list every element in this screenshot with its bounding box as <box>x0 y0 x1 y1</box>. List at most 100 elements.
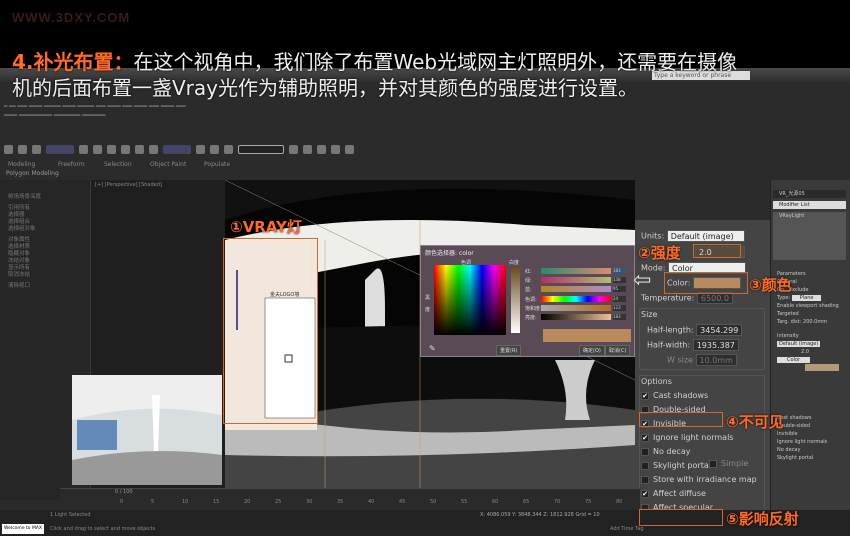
command-panel[interactable]: VR_光源05 Modifier List VRayLight Paramete… <box>770 180 850 536</box>
rotate-icon[interactable] <box>135 145 144 154</box>
coordinates[interactable]: X: 4086.059 Y: 3848.344 Z: 1812.928 Grid… <box>480 512 600 518</box>
option-affect-diffuse[interactable]: ✔ Affect diffuse <box>641 489 706 498</box>
eyedropper-icon[interactable]: ✎ <box>429 344 436 353</box>
blue-slider[interactable] <box>541 286 611 292</box>
scale-icon[interactable] <box>149 145 158 154</box>
select-by-name-icon[interactable] <box>93 145 102 154</box>
rect-select-icon[interactable] <box>107 145 116 154</box>
timeline-ruler[interactable]: 0 5 10 15 20 25 30 35 40 45 50 55 60 65 70 75 80 <box>120 499 630 509</box>
green-slider[interactable] <box>541 277 611 283</box>
maxscript-listener[interactable]: Welcome to MAX <box>2 524 44 534</box>
green-value[interactable]: 138 <box>613 277 626 283</box>
checkbox[interactable] <box>641 447 649 456</box>
cmd-multiplier-spinner[interactable]: 2.0 <box>771 348 850 356</box>
cancel-button[interactable]: 取消(C) <box>605 345 631 356</box>
cmd-option[interactable]: No decay <box>771 446 850 454</box>
tab-modeling[interactable]: Modeling <box>8 161 35 168</box>
checkbox[interactable]: ✔ <box>641 433 649 442</box>
vraylight-parameters-zoom[interactable]: Units: Default (image) 2.0 Mode: Color C… <box>635 220 771 536</box>
angle-snap-icon[interactable] <box>224 145 233 154</box>
cmd-option[interactable]: Ignore light normals <box>771 438 850 446</box>
material-editor-icon[interactable] <box>317 145 326 154</box>
scene-item[interactable]: 冻结对象 <box>0 258 90 265</box>
link-icon[interactable] <box>32 145 41 154</box>
scene-item[interactable]: 清除视口 <box>0 283 90 290</box>
reference-coord-dropdown[interactable] <box>163 145 191 154</box>
scene-item[interactable]: 帧场场景深度 <box>0 180 90 201</box>
menu-row[interactable]: ━ ━━ ━━━ ━━━━ ━━━━━ ━━━━ ━━━━━ ━━━ ━━━━ … <box>4 104 186 110</box>
timeline[interactable]: 0 / 100 0 5 10 15 20 25 30 35 40 45 50 55 60 65 70 75 80 <box>60 488 640 510</box>
object-name-field[interactable]: VR_光源05 <box>773 190 846 198</box>
named-selection-dropdown[interactable] <box>238 145 284 154</box>
z-coord[interactable]: 1812.928 <box>550 512 574 518</box>
selection-filter-dropdown[interactable] <box>46 145 74 154</box>
value-slider[interactable] <box>541 314 611 320</box>
modifier-stack-item[interactable]: VRayLight <box>773 212 846 220</box>
cmd-color-swatch[interactable] <box>805 364 839 371</box>
option-cast-shadows[interactable]: ✔ Cast shadows <box>641 391 708 400</box>
half-width-spinner[interactable]: 1935.387 <box>692 339 739 351</box>
half-length-spinner[interactable]: 3454.299 <box>696 324 743 336</box>
cmd-option[interactable]: Skylight portal <box>771 454 850 462</box>
scene-item[interactable]: 取消冻结 <box>0 272 90 279</box>
checkbox[interactable]: ✔ <box>641 391 649 400</box>
checkbox[interactable] <box>641 475 649 484</box>
menu-row-2[interactable]: ━━━━ ━━━━━━━━━━ ━━━━━━━━ ━━━━━━━ <box>4 113 105 119</box>
ribbon-polygon-modeling[interactable]: Polygon Modeling <box>6 170 59 177</box>
hue-slider[interactable] <box>541 296 611 302</box>
modifier-list-dropdown[interactable]: Modifier List <box>773 201 846 209</box>
x-coord[interactable]: 4086.059 <box>487 512 511 518</box>
red-value[interactable]: 183 <box>613 268 626 274</box>
viewport-label[interactable]: [+] [Perspective] [Shaded] <box>91 180 225 190</box>
option-no-decay[interactable]: No decay <box>641 447 690 456</box>
move-icon[interactable] <box>121 145 130 154</box>
cmd-mode-dropdown[interactable]: Color <box>777 357 811 363</box>
ok-button[interactable]: 确定(O) <box>579 345 605 356</box>
cmd-units-dropdown[interactable]: Default (image) <box>777 341 821 347</box>
value-value[interactable]: 183 <box>613 314 626 320</box>
simple-checkbox[interactable] <box>709 459 717 468</box>
option-store-with-irradiance-map[interactable]: Store with irradiance map <box>641 475 757 484</box>
scene-item[interactable]: 对象属性 <box>0 237 90 244</box>
mirror-icon[interactable] <box>289 145 298 154</box>
option-ignore-light-normals[interactable]: ✔ Ignore light normals <box>641 433 733 442</box>
snap-icon[interactable] <box>210 145 219 154</box>
render-setup-icon[interactable] <box>331 145 340 154</box>
saturation-value[interactable]: 123 <box>613 305 626 311</box>
time-slider[interactable]: 0 / 100 <box>115 489 133 495</box>
whiteness-slider[interactable] <box>511 267 520 333</box>
main-toolbar[interactable] <box>4 145 354 157</box>
units-dropdown[interactable]: Default (image) <box>666 230 745 242</box>
scene-item[interactable]: 隐藏对象 <box>0 251 90 258</box>
targ-dist-spinner[interactable]: 200.0mm <box>803 319 827 325</box>
scene-item[interactable]: 选择器 <box>0 212 90 219</box>
blue-value[interactable]: 95 <box>613 286 626 292</box>
scene-item[interactable]: 显示所有 <box>0 265 90 272</box>
redo-icon[interactable] <box>18 145 27 154</box>
add-time-tag[interactable]: Add Time Tag <box>610 526 644 532</box>
select-icon[interactable] <box>79 145 88 154</box>
targeted-checkbox[interactable]: Targeted <box>771 310 850 318</box>
align-icon[interactable] <box>303 145 312 154</box>
undo-icon[interactable] <box>4 145 13 154</box>
reset-button[interactable]: 重置(R) <box>496 345 522 356</box>
saturation-slider[interactable] <box>541 305 611 311</box>
hue-picker[interactable] <box>434 265 506 335</box>
checkbox[interactable]: ✔ <box>641 489 649 498</box>
option-skylight-portal[interactable]: Skylight portal <box>641 461 711 470</box>
scene-item[interactable]: 选择材质 <box>0 244 90 251</box>
tab-freeform[interactable]: Freeform <box>58 161 85 168</box>
hue-value[interactable]: 24 <box>613 296 626 302</box>
y-coord[interactable]: 3848.344 <box>518 512 542 518</box>
scene-item[interactable]: 选择组合 <box>0 219 90 226</box>
tab-object-paint[interactable]: Object Paint <box>150 161 186 168</box>
tab-selection[interactable]: Selection <box>104 161 132 168</box>
type-dropdown[interactable]: Plane <box>791 295 822 301</box>
w-size-spinner[interactable]: 10.0mm <box>695 354 737 366</box>
scene-item[interactable]: 引用所有 <box>0 205 90 212</box>
enable-viewport-shading-checkbox[interactable]: Enable viewport shading <box>771 302 850 310</box>
pivot-icon[interactable] <box>196 145 205 154</box>
color-selector-dialog[interactable]: 颜色选择器: color 色调 白度 黑 度 红: 183 绿: 138 蓝: … <box>420 245 635 357</box>
red-slider[interactable] <box>541 268 611 274</box>
scene-item[interactable]: 选择组对象 <box>0 226 90 233</box>
